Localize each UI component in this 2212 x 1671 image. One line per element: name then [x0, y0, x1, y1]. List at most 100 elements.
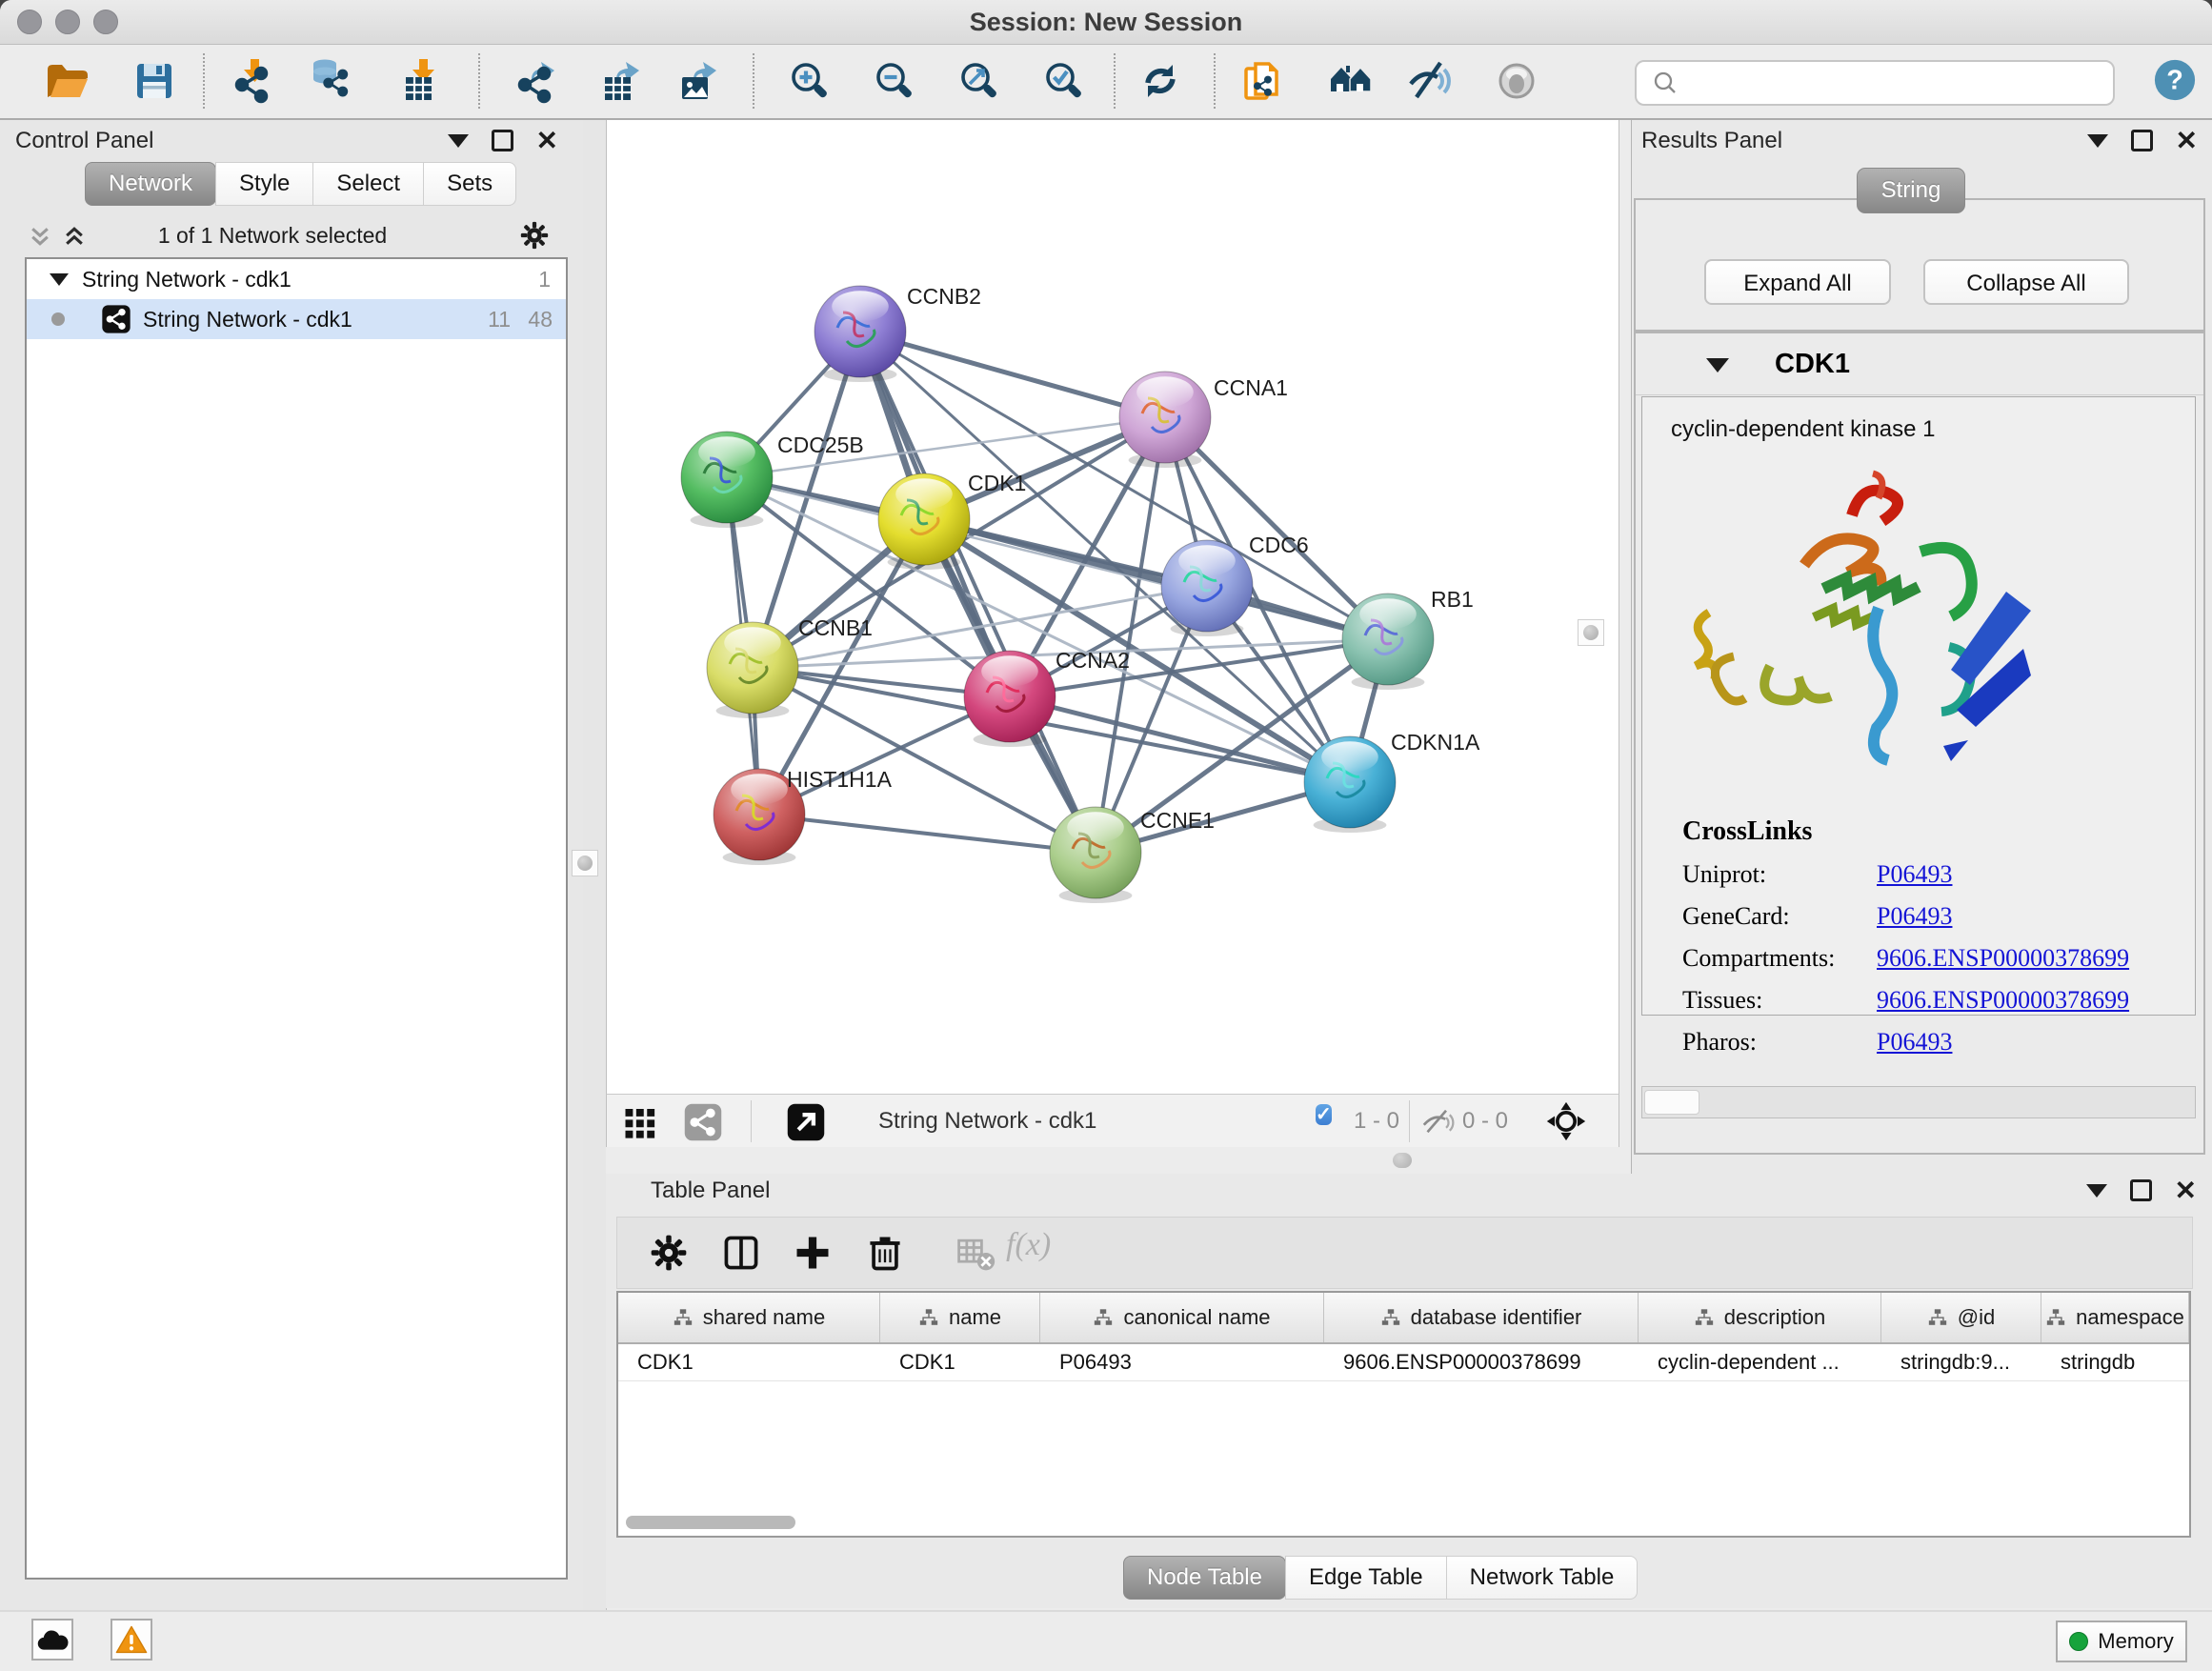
warning-button[interactable]	[111, 1619, 152, 1661]
delete-column-trash-icon[interactable]	[864, 1232, 906, 1274]
tab-select[interactable]: Select	[312, 162, 424, 206]
save-session-icon	[131, 58, 177, 104]
table-panel-close-icon[interactable]: ✕	[2175, 1181, 2197, 1200]
search-icon	[1650, 68, 1680, 98]
crosslink-link[interactable]: P06493	[1877, 1028, 1952, 1057]
tab-style[interactable]: Style	[215, 162, 313, 206]
table-row[interactable]: CDK1CDK1P064939606.ENSP00000378699cyclin…	[618, 1344, 2189, 1381]
show-graphics-details-button[interactable]	[1494, 58, 1539, 104]
export-image-button[interactable]	[676, 58, 722, 104]
zoom-selected-button[interactable]	[1041, 58, 1087, 104]
tree-expand-icon[interactable]	[50, 273, 69, 286]
save-session-button[interactable]	[131, 58, 177, 104]
column-header-namespace[interactable]: namespace	[2041, 1293, 2189, 1342]
crosslink-link[interactable]: 9606.ENSP00000378699	[1877, 986, 2129, 1015]
zoom-in-button[interactable]	[787, 58, 833, 104]
control-panel-collapse-icon[interactable]	[448, 134, 469, 148]
protein-collapse-icon[interactable]	[1706, 358, 1729, 372]
protein-card-scrollbar[interactable]	[1641, 1086, 2196, 1118]
network-collection-row[interactable]: String Network - cdk1 1	[27, 259, 566, 299]
network-options-gear-icon[interactable]	[518, 219, 551, 252]
import-from-database-button[interactable]	[309, 58, 354, 104]
collection-count: 1	[538, 267, 551, 292]
table-cell[interactable]: stringdb	[2041, 1344, 2189, 1380]
results-panel-close-icon[interactable]: ✕	[2176, 131, 2198, 151]
export-network-button[interactable]	[514, 58, 560, 104]
hidden-eye-icon[interactable]	[1420, 1106, 1455, 1137]
network-node-CCNE1[interactable]: CCNE1	[1050, 807, 1215, 903]
results-panel-collapse-icon[interactable]	[2087, 134, 2108, 148]
tab-sets[interactable]: Sets	[423, 162, 516, 206]
tab-string[interactable]: String	[1857, 168, 1965, 213]
export-table-button[interactable]	[599, 58, 645, 104]
open-session-button[interactable]	[44, 58, 90, 104]
tab-node-table[interactable]: Node Table	[1123, 1556, 1286, 1600]
column-header-canonical-name[interactable]: canonical name	[1040, 1293, 1324, 1342]
node-label: RB1	[1431, 587, 1474, 612]
table-panel-collapse-icon[interactable]	[2086, 1184, 2107, 1198]
tab-network-table[interactable]: Network Table	[1446, 1556, 1639, 1600]
network-node-HIST1H1A[interactable]: HIST1H1A	[714, 767, 893, 865]
table-cell[interactable]: CDK1	[618, 1344, 880, 1380]
delete-table-icon[interactable]	[955, 1232, 996, 1274]
network-node-CDKN1A[interactable]: CDKN1A	[1304, 730, 1480, 833]
table-panel-float-icon[interactable]	[2130, 1179, 2152, 1201]
horizontal-splitter-handle[interactable]	[1393, 1153, 1412, 1168]
add-column-icon[interactable]	[792, 1232, 834, 1274]
table-gear-icon[interactable]	[648, 1232, 690, 1274]
expand-all-button[interactable]: Expand All	[1704, 259, 1891, 305]
search-input[interactable]	[1688, 69, 2113, 97]
show-columns-icon[interactable]	[720, 1232, 762, 1274]
zoom-fit-button[interactable]	[956, 58, 1002, 104]
network-node-CCNA2[interactable]: CCNA2	[964, 648, 1130, 747]
table-scrollbar[interactable]	[624, 1514, 2177, 1531]
selected-checkbox[interactable]: ✓	[1316, 1102, 1332, 1128]
memory-button[interactable]: Memory	[2056, 1621, 2187, 1662]
network-row[interactable]: String Network - cdk1 11 48	[27, 299, 566, 339]
clone-network-button[interactable]	[1241, 58, 1287, 104]
right-splitter-handle[interactable]	[1578, 619, 1604, 646]
first-neighbors-button[interactable]	[1328, 58, 1374, 104]
column-header-shared-name[interactable]: shared name	[618, 1293, 880, 1342]
crosslink-link[interactable]: P06493	[1877, 860, 1952, 889]
grid-view-icon[interactable]	[622, 1102, 662, 1142]
column-header-name[interactable]: name	[880, 1293, 1040, 1342]
crosslink-link[interactable]: P06493	[1877, 902, 1952, 931]
column-header-description[interactable]: description	[1639, 1293, 1881, 1342]
table-cell[interactable]: P06493	[1040, 1344, 1324, 1380]
table-cell[interactable]: CDK1	[880, 1344, 1040, 1380]
fit-selected-crosshair-icon[interactable]	[1545, 1100, 1587, 1142]
control-panel-float-icon[interactable]	[492, 130, 513, 151]
table-cell[interactable]: 9606.ENSP00000378699	[1324, 1344, 1639, 1380]
zoom-out-button[interactable]	[872, 58, 917, 104]
network-node-CDK1[interactable]: CDK1	[878, 471, 1026, 570]
column-header-database-identifier[interactable]: database identifier	[1324, 1293, 1639, 1342]
left-splitter-handle[interactable]	[572, 850, 598, 876]
results-panel-float-icon[interactable]	[2131, 130, 2153, 151]
import-network-button[interactable]	[231, 58, 277, 104]
detach-view-icon[interactable]	[786, 1102, 826, 1142]
network-node-CCNB1[interactable]: CCNB1	[707, 615, 873, 718]
import-table-button[interactable]	[400, 58, 446, 104]
function-builder-icon[interactable]: f(x)	[1006, 1227, 1051, 1269]
tab-network[interactable]: Network	[85, 162, 216, 206]
crosslink-link[interactable]: 9606.ENSP00000378699	[1877, 944, 2129, 973]
table-scroll-thumb[interactable]	[626, 1516, 795, 1529]
table-cell[interactable]: stringdb:9...	[1881, 1344, 2041, 1380]
refresh-view-button[interactable]	[1137, 58, 1183, 104]
search-field[interactable]	[1635, 60, 2115, 106]
network-badge-icon[interactable]	[683, 1102, 723, 1142]
cloud-status-button[interactable]	[31, 1619, 73, 1661]
control-panel-close-icon[interactable]: ✕	[536, 131, 558, 151]
network-node-RB1[interactable]: RB1	[1342, 587, 1474, 690]
hide-graphics-details-button[interactable]	[1407, 58, 1453, 104]
collapse-all-button[interactable]: Collapse All	[1923, 259, 2129, 305]
help-button[interactable]: ?	[2153, 58, 2197, 102]
table-cell[interactable]: cyclin-dependent ...	[1639, 1344, 1881, 1380]
column-header-@id[interactable]: @id	[1881, 1293, 2041, 1342]
network-node-CDC6[interactable]: CDC6	[1161, 533, 1309, 636]
network-canvas[interactable]: CCNB2CCNA1CDC25BCDK1CDC6RB1CCNB1CCNA2CDK…	[606, 120, 1619, 1094]
protein-card-scroll-thumb[interactable]	[1644, 1090, 1699, 1115]
import-from-database-icon	[309, 58, 354, 104]
tab-edge-table[interactable]: Edge Table	[1285, 1556, 1447, 1600]
